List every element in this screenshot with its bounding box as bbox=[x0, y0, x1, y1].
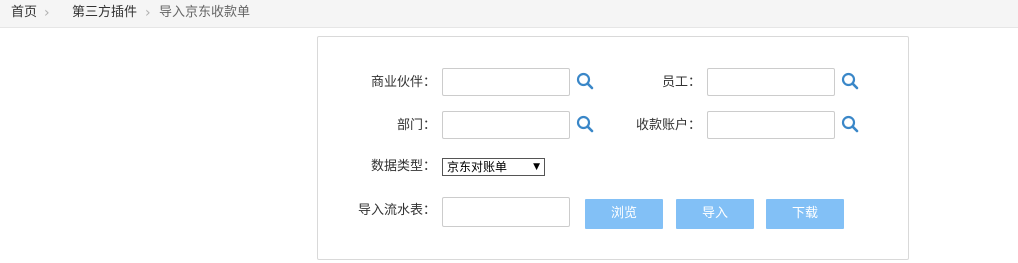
data-type-value: 京东对账单 bbox=[447, 160, 508, 174]
data-type-select[interactable]: 京东对账单 ▼ bbox=[442, 158, 545, 176]
employee-search-icon[interactable] bbox=[841, 72, 859, 90]
caret-down-icon: ▼ bbox=[533, 162, 540, 172]
breadcrumb-home-link[interactable]: 首页 bbox=[11, 5, 37, 21]
import-file-input[interactable] bbox=[442, 197, 570, 227]
download-button[interactable]: 下载 bbox=[766, 199, 844, 229]
chevron-right-icon: › bbox=[44, 5, 50, 21]
department-label: 部门： bbox=[396, 118, 436, 133]
breadcrumb-plugins-link[interactable]: 第三方插件 bbox=[72, 5, 137, 21]
account-label: 收款账户： bbox=[635, 118, 701, 133]
browse-button[interactable]: 浏览 bbox=[585, 199, 663, 229]
partner-input[interactable] bbox=[442, 68, 570, 96]
department-search-icon[interactable] bbox=[576, 115, 594, 133]
import-form-panel: 商业伙伴： 员工： 部门： 收款账户： 数据类型： 京东对账单 ▼ 导入流水表：… bbox=[317, 36, 909, 260]
department-input[interactable] bbox=[442, 111, 570, 139]
employee-label: 员工： bbox=[661, 75, 701, 90]
data-type-label: 数据类型： bbox=[370, 159, 436, 174]
breadcrumb-current: 导入京东收款单 bbox=[159, 5, 251, 20]
import-file-label: 导入流水表： bbox=[357, 203, 436, 218]
import-button[interactable]: 导入 bbox=[676, 199, 754, 229]
account-search-icon[interactable] bbox=[841, 115, 859, 133]
chevron-right-icon: › bbox=[145, 5, 151, 21]
breadcrumb: 首页 › 第三方插件 › 导入京东收款单 bbox=[0, 0, 1018, 28]
partner-search-icon[interactable] bbox=[576, 72, 594, 90]
account-input[interactable] bbox=[707, 111, 835, 139]
partner-label: 商业伙伴： bbox=[370, 75, 436, 90]
employee-input[interactable] bbox=[707, 68, 835, 96]
